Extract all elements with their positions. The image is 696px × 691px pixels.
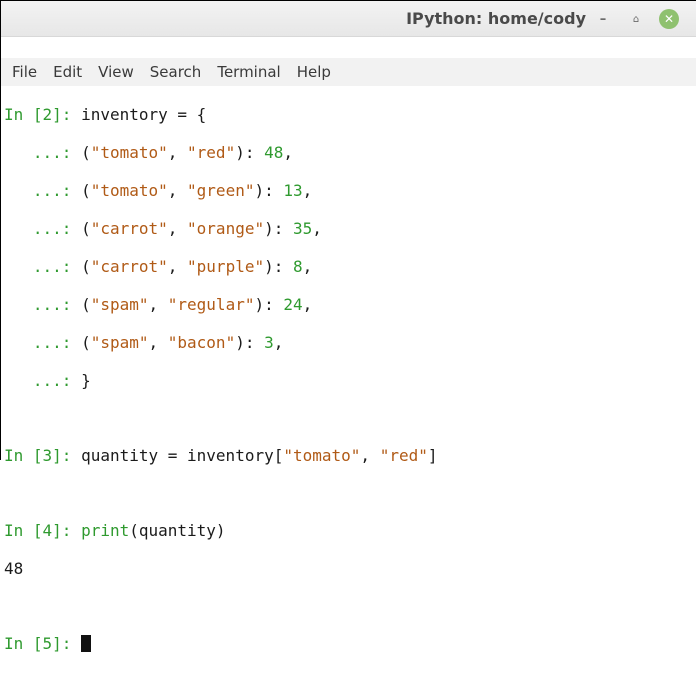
text-cursor (81, 635, 92, 652)
code: inventory = { (81, 105, 207, 124)
string: "orange" (187, 219, 265, 238)
continuation-prompt: ...: (4, 181, 82, 200)
number: 3 (264, 333, 274, 352)
string: "red" (187, 143, 236, 162)
input-prompt: In [3]: (4, 446, 82, 465)
continuation-prompt: ...: (4, 371, 82, 390)
string: "green" (187, 181, 255, 200)
output-value: 48 (4, 559, 24, 578)
continuation-prompt: ...: (4, 295, 82, 314)
code: (quantity) (129, 521, 226, 540)
continuation-line: ...: ("spam", "regular"): 24, (4, 295, 313, 314)
continuation-prompt: ...: (4, 143, 82, 162)
string: "bacon" (167, 333, 236, 352)
string: "red" (379, 446, 428, 465)
code: , (360, 446, 380, 465)
output-line: 48 (4, 559, 696, 578)
number: 13 (283, 181, 303, 200)
string: "tomato" (90, 143, 168, 162)
input-prompt: In [5]: (4, 634, 82, 653)
menu-terminal[interactable]: Terminal (217, 63, 280, 81)
title-bar[interactable]: IPython: home/cody – ⌂ ✕ (1, 1, 696, 37)
maximize-icon[interactable]: ⌂ (626, 9, 646, 29)
continuation-line: ...: ("carrot", "purple"): 8, (4, 257, 313, 276)
continuation-line: ...: ("spam", "bacon"): 3, (4, 333, 284, 352)
continuation-prompt: ...: (4, 257, 82, 276)
continuation-line: ...: ("tomato", "red"): 48, (4, 143, 294, 162)
menu-file[interactable]: File (12, 63, 37, 81)
continuation-line: ...: } (4, 371, 696, 390)
number: 35 (293, 219, 313, 238)
menu-view[interactable]: View (98, 63, 134, 81)
minimize-icon[interactable]: – (593, 9, 613, 29)
string: "carrot" (90, 257, 168, 276)
continuation-line: ...: ("tomato", "green"): 13, (4, 181, 313, 200)
close-icon[interactable]: ✕ (659, 9, 679, 29)
string: "tomato" (90, 181, 168, 200)
string: "purple" (187, 257, 265, 276)
input-line: In [2]: inventory = { (4, 105, 696, 124)
continuation-prompt: ...: (4, 219, 82, 238)
number: 8 (293, 257, 303, 276)
input-line: In [5]: (4, 634, 696, 653)
menu-edit[interactable]: Edit (53, 63, 82, 81)
function-name: print (81, 521, 130, 540)
window-title: IPython: home/cody (406, 9, 586, 28)
continuation-prompt: ...: (4, 333, 82, 352)
string: "regular" (167, 295, 255, 314)
menu-bar: File Edit View Search Terminal Help (1, 58, 696, 86)
terminal-window: IPython: home/cody – ⌂ ✕ File Edit View … (0, 0, 696, 653)
string: "tomato" (283, 446, 361, 465)
input-line: In [4]: print(quantity) (4, 521, 696, 540)
code: quantity = inventory[ (81, 446, 284, 465)
string: "carrot" (90, 219, 168, 238)
code: } (81, 371, 91, 390)
input-prompt: In [4]: (4, 521, 82, 540)
number: 24 (283, 295, 303, 314)
menu-search[interactable]: Search (150, 63, 202, 81)
string: "spam" (90, 295, 149, 314)
code: ] (427, 446, 438, 465)
continuation-line: ...: ("carrot", "orange"): 35, (4, 219, 322, 238)
string: "spam" (90, 333, 149, 352)
menu-help[interactable]: Help (297, 63, 331, 81)
input-prompt: In [2]: (4, 105, 82, 124)
terminal-output[interactable]: In [2]: inventory = { ...: ("tomato", "r… (1, 86, 696, 653)
number: 48 (264, 143, 284, 162)
input-line: In [3]: quantity = inventory["tomato", "… (4, 446, 696, 465)
